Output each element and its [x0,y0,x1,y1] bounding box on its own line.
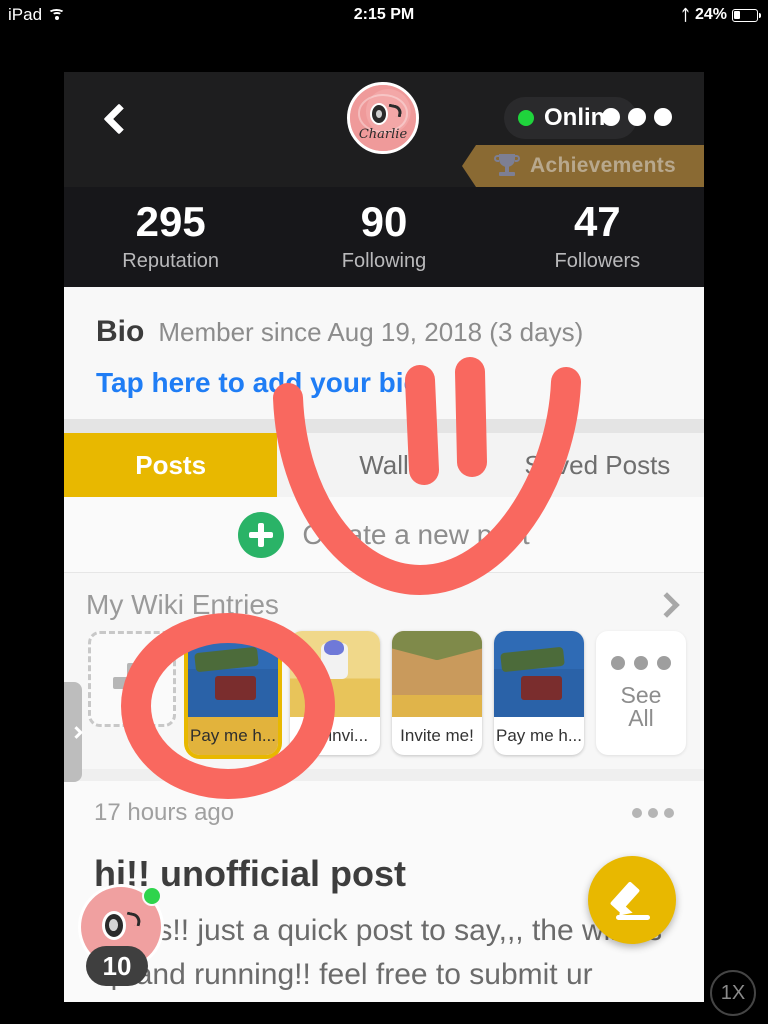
battery-icon [732,8,761,22]
stat-value: 295 [135,198,206,245]
stat-value: 90 [360,198,408,245]
bio-section: Bio Member since Aug 19, 2018 (3 days) T… [64,287,704,419]
profile-tabs: Posts Wall Saved Posts [64,433,704,497]
bio-title: Bio [96,315,145,348]
add-entry-icon[interactable] [88,631,176,727]
wiki-card-thumbnail [188,631,278,717]
profile-stats: 295 Reputation 90 Following 47 Followers [64,187,704,287]
zoom-level-label: 1X [720,981,746,1004]
stat-label: Reputation [122,250,220,272]
trophy-icon [494,154,520,178]
more-dots-icon [611,656,671,670]
section-divider [64,769,704,781]
plus-circle-icon [238,511,285,558]
app-viewport: Charlie Online Achievements 295 Reputati… [64,72,704,1002]
compose-fab-button[interactable] [588,856,676,944]
stat-value: 47 [573,198,621,245]
stat-label: Followers [554,250,641,272]
wiki-card-caption: Pay me h... [496,726,582,745]
side-drawer-handle[interactable] [64,682,83,782]
wiki-card[interactable]: Do invi... [290,631,380,755]
stat-label: Following [341,250,427,272]
see-all-card[interactable]: See All [596,631,686,755]
chat-bubble-widget[interactable]: 10 [78,884,164,986]
bluetooth-icon: ᛏ [680,6,690,24]
avatar-name-label: Charlie [358,127,408,142]
post-title: hi!! unofficial post [94,853,406,894]
stat-followers[interactable]: 47 Followers [491,187,704,287]
wiki-card[interactable]: Pay me h... [184,627,282,759]
wiki-card-caption: Do invi... [301,726,369,745]
chat-online-dot-icon [142,886,162,906]
wiki-card[interactable]: Invite me! [392,631,482,755]
online-dot-icon [518,110,534,126]
wiki-card[interactable]: Pay me h... [494,631,584,755]
wiki-entries-strip[interactable]: Pay me h... Do invi... Invite me! Pay me… [64,627,704,769]
back-button[interactable] [100,103,136,152]
status-bar-time: 2:15 PM [353,6,415,23]
status-bar-right: ᛏ 24% [680,6,761,24]
create-post-label: Create a new post [302,518,530,550]
drawer-chevron-icon [70,725,83,739]
post-timestamp: 17 hours ago [94,799,235,826]
add-bio-link[interactable]: Tap here to add your bio! [96,367,672,399]
ios-status-bar: iPad 2:15 PM ᛏ 24% [0,0,768,30]
profile-header: Charlie Online Achievements [64,72,704,187]
tab-saved-posts[interactable]: Saved Posts [491,433,704,497]
profile-avatar[interactable]: Charlie [347,82,419,154]
compose-pencil-icon [609,880,652,921]
wiki-card-caption: Pay me h... [188,717,278,755]
battery-percent-label: 24% [694,6,727,23]
wiki-card-thumbnail [494,631,584,717]
tab-posts[interactable]: Posts [64,433,278,497]
see-all-label: See All [620,682,662,731]
tabs-divider [64,419,704,433]
wiki-section-header: My Wiki Entries [64,573,704,627]
stat-following[interactable]: 90 Following [277,187,490,287]
wiki-section-title: My Wiki Entries [86,589,279,620]
post-more-icon[interactable] [632,808,674,818]
create-post-button[interactable]: Create a new post [64,497,704,573]
member-since-label: Member since Aug 19, 2018 (3 days) [158,317,584,347]
screen: iPad 2:15 PM ᛏ 24% Charlie Online Achiev… [0,0,768,1024]
wiki-card-caption: Invite me! [400,726,474,745]
post-header: 17 hours ago [94,799,674,827]
chevron-right-icon[interactable] [654,592,680,618]
wiki-card-thumbnail [290,631,380,717]
more-options-icon[interactable] [602,108,672,126]
post-body: heyys!! just a quick post to say,,, the … [94,914,662,1002]
achievements-banner[interactable]: Achievements [462,145,704,187]
chat-unread-count: 10 [86,946,148,986]
achievements-label: Achievements [530,154,676,177]
back-chevron-icon [103,103,135,135]
bio-header-row: Bio Member since Aug 19, 2018 (3 days) [96,315,672,349]
stat-reputation[interactable]: 295 Reputation [64,187,277,287]
tab-wall[interactable]: Wall [277,433,490,497]
zoom-level-badge[interactable]: 1X [710,970,756,1016]
wiki-card-thumbnail [392,631,482,717]
